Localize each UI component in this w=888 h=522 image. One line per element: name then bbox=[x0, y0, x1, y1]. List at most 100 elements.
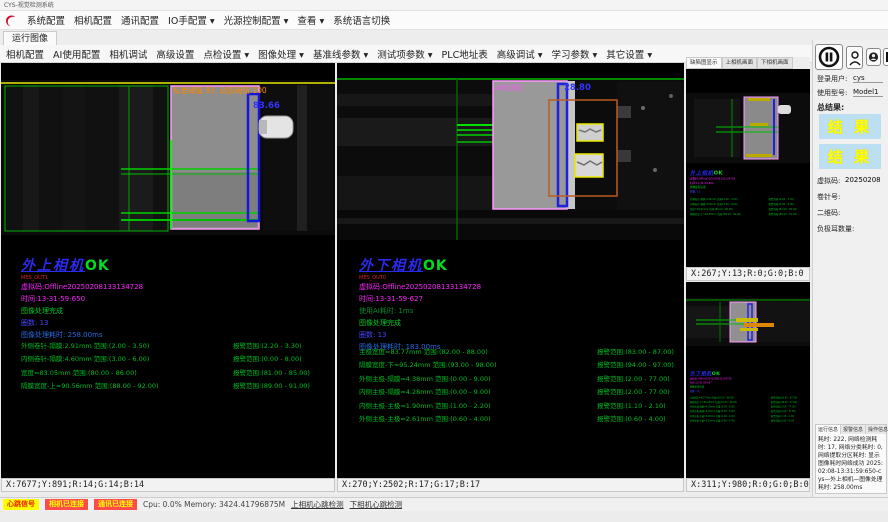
measure-name: 内侧主极-隔膜=4.28mm 范围:(0.00 - 9.00) bbox=[359, 386, 597, 399]
mini-measure: 外侧主极-主极=2.61mm 范围:(0.60 - 4.00) bbox=[690, 419, 771, 424]
tool-advanced-debug[interactable]: 高级调试 ▾ bbox=[497, 47, 543, 61]
operator-button[interactable] bbox=[866, 48, 881, 66]
tool-plc-address[interactable]: PLC地址表 bbox=[442, 47, 488, 61]
tool-advanced-settings[interactable]: 高级设置 bbox=[156, 47, 194, 61]
anode-tab-count-label: 负极耳数量: bbox=[817, 224, 854, 234]
measurement-row: 隔膜宽度-上=90.56mm 范围:(88.00 - 92.00)报警范围:(8… bbox=[21, 380, 331, 393]
measure-alarm: 报警范围:(2.00 - 77.00) bbox=[597, 373, 670, 386]
left-turns-line: 圈数: 13 bbox=[21, 317, 143, 329]
heartbeat-badge: 心跳信号 bbox=[3, 499, 39, 510]
measure-alarm: 报警范围:(1.10 - 2.10) bbox=[597, 400, 666, 413]
tool-learning-params[interactable]: 学习参数 ▾ bbox=[552, 47, 598, 61]
result-box-lower: 结 果 bbox=[819, 144, 881, 169]
measure-name: 内侧主极-主极=1.90mm 范围:(1.00 - 2.20) bbox=[359, 400, 597, 413]
tool-other-settings[interactable]: 其它设置 ▾ bbox=[606, 47, 652, 61]
tool-camera-debug[interactable]: 相机调试 bbox=[109, 47, 147, 61]
window-title: CYS-视觉检测系统 bbox=[4, 2, 54, 9]
mini-tab-defect[interactable]: 缺陷图显示 bbox=[686, 57, 722, 69]
model-label: 使用型号: bbox=[817, 88, 847, 98]
log-tab-alarm-info[interactable]: 报警信息 bbox=[841, 425, 866, 434]
mid-camera-result-title: 外下相机OK MES_OUT0 虚拟码:Offline2025020813313… bbox=[359, 255, 481, 353]
measurement-row: 内侧主极-主极=1.90mm 范围:(1.00 - 2.20)报警范围:(1.1… bbox=[359, 400, 681, 413]
tool-camera-config[interactable]: 相机配置 bbox=[6, 47, 44, 61]
mini-measure: 报警范围:(0.60 - 4.00) bbox=[771, 419, 794, 424]
measure-alarm: 报警范围:(2.20 - 3.30) bbox=[233, 340, 302, 353]
measurement-row: 外侧主极-隔膜=4.38mm 范围:(0.00 - 9.00)报警范围:(2.0… bbox=[359, 373, 681, 386]
log-tab-operation-info[interactable]: 操作信息 bbox=[866, 425, 888, 434]
mid-turns-line: 圈数: 13 bbox=[359, 329, 481, 341]
tool-image-processing[interactable]: 图像处理 ▾ bbox=[258, 47, 304, 61]
measure-alarm: 报警范围:(2.00 - 77.00) bbox=[597, 386, 670, 399]
mini-tab-lower-camera[interactable]: 下相机画面 bbox=[757, 57, 793, 69]
menu-language-switch[interactable]: 系统语言切换 bbox=[333, 13, 390, 27]
application-window: CYS-视觉检测系统 系统配置 相机配置 通讯配置 IO手配置 ▾ 光源控制配置… bbox=[0, 0, 888, 522]
measure-name: 外侧卷针-隔膜:2.91mm 范围:(2.00 - 3.50) bbox=[21, 340, 233, 353]
lower-camera-heartbeat-link[interactable]: 下相机心跳检测 bbox=[350, 499, 403, 510]
log-tabs: 运行信息 报警信息 操作信息 bbox=[816, 425, 886, 434]
mini-camera-name: 外上相机 bbox=[690, 170, 714, 176]
mini-lower-panel[interactable]: 外下相机OK 虚拟码:Offline20250208133134728 时间:1… bbox=[686, 282, 810, 478]
mini-upper-panel[interactable]: 外上相机OK 虚拟码:Offline20250208133134728 时间:1… bbox=[686, 69, 810, 267]
comm-connected-badge: 通讯已连接 bbox=[94, 499, 137, 510]
left-pixel-status: X:7677;Y:891;R:14;G:14;B:14 bbox=[1, 478, 335, 492]
mid-pixel-status: X:270;Y:2502;R:17;G:17;B:17 bbox=[337, 478, 684, 492]
menu-camera-config[interactable]: 相机配置 bbox=[74, 13, 112, 27]
measure-alarm: 报警范围:(94.00 - 97.00) bbox=[597, 359, 674, 372]
mini-upper-text: 外上相机OK 虚拟码:Offline20250208133134728 时间:1… bbox=[690, 169, 814, 217]
measurement-row: 隔膜宽度-下=95.24mm 范围:(93.00 - 98.00)报警范围:(9… bbox=[359, 359, 681, 372]
menu-view[interactable]: 查看 ▾ bbox=[297, 13, 324, 27]
mid-camera-image[interactable]: AI检测区 28.80 bbox=[337, 78, 684, 240]
tool-baseline-params[interactable]: 基准线参数 ▾ bbox=[313, 47, 368, 61]
tab-run-image[interactable]: 运行图像 bbox=[3, 31, 57, 46]
measurement-row: 外侧主极-主极=2.61mm 范围:(0.60 - 4.00)报警范围:(0.6… bbox=[359, 413, 681, 426]
user-login-button[interactable] bbox=[846, 46, 863, 69]
measure-alarm: 报警范围:(89.00 - 91.00) bbox=[233, 380, 310, 393]
model-value: Model1 bbox=[853, 88, 883, 97]
measure-name: 隔膜宽度-上=90.56mm 范围:(88.00 - 92.00) bbox=[21, 380, 233, 393]
result-box-upper: 结 果 bbox=[819, 114, 881, 139]
mini-lower-image bbox=[686, 298, 810, 346]
log-tab-run-info[interactable]: 运行信息 bbox=[816, 425, 841, 434]
menu-system-config[interactable]: 系统配置 bbox=[27, 13, 65, 27]
measure-name: 外侧主极-主极=2.61mm 范围:(0.60 - 4.00) bbox=[359, 413, 597, 426]
tool-spotcheck-settings[interactable]: 点检设置 ▾ bbox=[203, 47, 249, 61]
login-user-label: 登录用户: bbox=[817, 74, 847, 84]
pause-button[interactable] bbox=[815, 44, 843, 70]
mini-measure: 报警范围:(89.00 - 91.00) bbox=[768, 212, 796, 217]
exit-button[interactable] bbox=[883, 48, 888, 66]
log-box: 运行信息 报警信息 操作信息 耗时: 222, 网络检测耗时: 17, 网络分类… bbox=[815, 424, 887, 494]
left-camera-panel: 标准阈值:93, 动态阈值:100 83.66 外上相机OK MES_OUT1 … bbox=[1, 63, 335, 478]
qr-code-label: 二维码: bbox=[817, 208, 840, 218]
mid-barcode-line: 虚拟码:Offline20250208133134728 bbox=[359, 281, 481, 293]
upper-camera-heartbeat-link[interactable]: 上相机心跳检测 bbox=[291, 499, 344, 510]
measure-name: 隔膜宽度-下=95.24mm 范围:(93.00 - 98.00) bbox=[359, 359, 597, 372]
measurement-row: 内侧主极-隔膜=4.28mm 范围:(0.00 - 9.00)报警范围:(2.0… bbox=[359, 386, 681, 399]
menu-bar: 系统配置 相机配置 通讯配置 IO手配置 ▾ 光源控制配置 ▾ 查看 ▾ 系统语… bbox=[0, 11, 888, 30]
left-process-done-line: 图像处理完成 bbox=[21, 305, 143, 317]
camera-connected-badge: 相机已连接 bbox=[45, 499, 88, 510]
measure-name: 外侧主极-隔膜=4.38mm 范围:(0.00 - 9.00) bbox=[359, 373, 597, 386]
measure-alarm: 报警范围:(81.00 - 85.00) bbox=[233, 367, 310, 380]
mini-view-tabs: 缺陷图显示 上相机画面 下相机画面 bbox=[686, 57, 810, 69]
mini-tab-upper-camera[interactable]: 上相机画面 bbox=[722, 57, 758, 69]
measurement-row: 主极宽度=83.77mm 范围:(82.00 - 88.00)报警范围:(83.… bbox=[359, 346, 681, 359]
left-time-line: 时间:13-31-59-650 bbox=[21, 293, 143, 305]
user-icon bbox=[849, 50, 861, 66]
menu-comm-config[interactable]: 通讯配置 bbox=[121, 13, 159, 27]
blue-measure-value: 28.80 bbox=[564, 83, 591, 93]
measure-name: 内侧卷针-隔膜:4.60mm 范围:(3.00 - 6.00) bbox=[21, 353, 233, 366]
left-camera-result-title: 外上相机OK MES_OUT1 虚拟码:Offline2025020813313… bbox=[21, 255, 143, 341]
menu-io-config[interactable]: IO手配置 ▾ bbox=[168, 13, 215, 27]
yellow-tab-rect bbox=[575, 154, 603, 177]
measurement-row: 内侧卷针-隔膜:4.60mm 范围:(3.00 - 6.00)报警范围:(0.0… bbox=[21, 353, 331, 366]
tool-ai-config[interactable]: AI使用配置 bbox=[53, 47, 100, 61]
mini-camera-ok: OK bbox=[714, 170, 723, 176]
bottom-status-bar: 心跳信号 相机已连接 通讯已连接 Cpu: 0.0% Memory: 3424.… bbox=[0, 497, 888, 511]
threshold-overlay-text: 标准阈值:93, 动态阈值:100 bbox=[173, 85, 267, 95]
total-result-label: 总结果: bbox=[817, 102, 844, 113]
mid-measurements: 主极宽度=83.77mm 范围:(82.00 - 88.00)报警范围:(83.… bbox=[359, 346, 681, 426]
left-camera-image[interactable]: 标准阈值:93, 动态阈值:100 83.66 bbox=[1, 80, 335, 235]
tool-test-params[interactable]: 测试项参数 ▾ bbox=[377, 47, 432, 61]
mid-process-done-line: 图像处理完成 bbox=[359, 317, 481, 329]
menu-light-config[interactable]: 光源控制配置 ▾ bbox=[224, 13, 289, 27]
